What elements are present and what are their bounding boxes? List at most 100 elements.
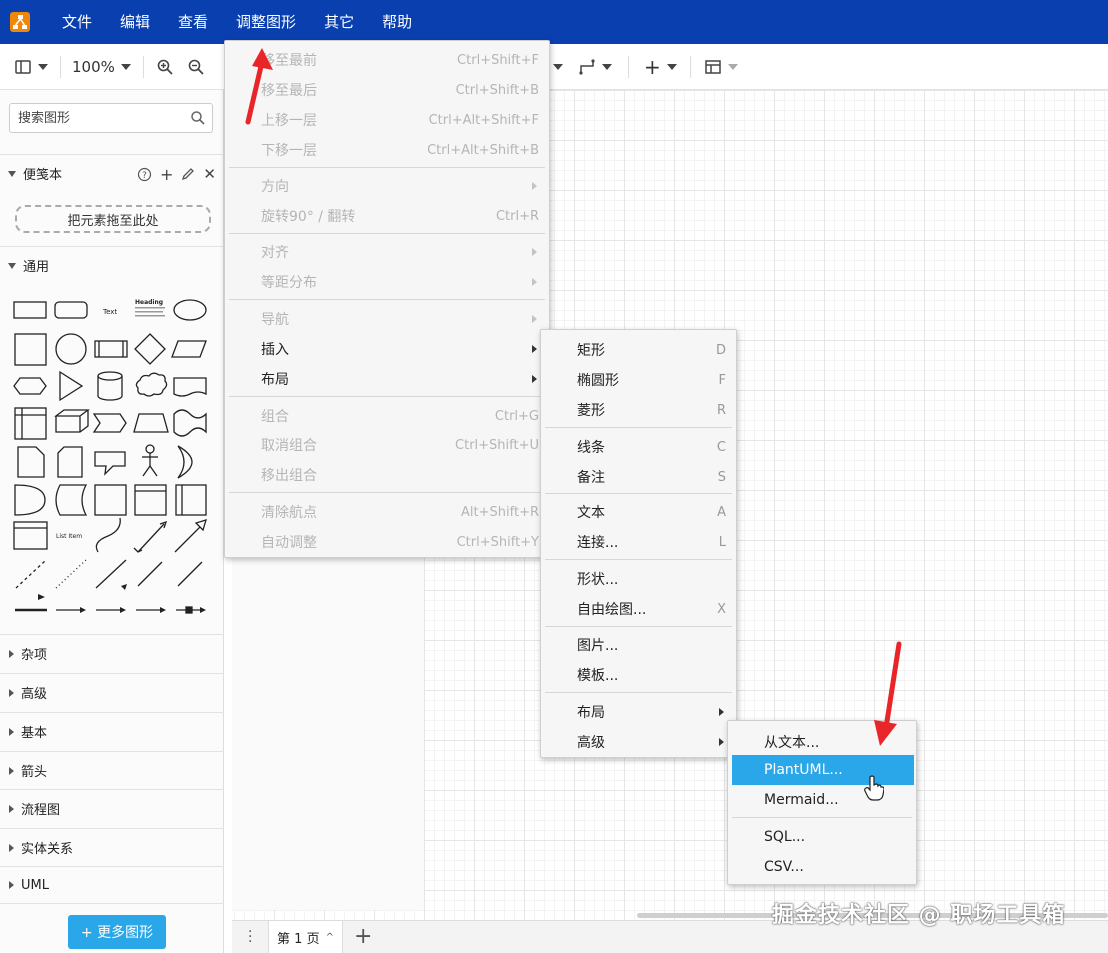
drawio-logo-icon[interactable]	[10, 12, 30, 32]
close-icon[interactable]: ✕	[203, 165, 216, 183]
menu-item-send-backward[interactable]: 下移一层 Ctrl+Alt+Shift+B	[225, 135, 549, 165]
submenu-arrow-icon	[532, 248, 537, 256]
triangle-shape	[59, 370, 84, 402]
menu-help[interactable]: 帮助	[368, 0, 426, 44]
or-shape	[177, 445, 193, 479]
help-icon[interactable]: ?	[137, 167, 152, 182]
menu-view[interactable]: 查看	[164, 0, 222, 44]
general-shapes-palette[interactable]: Text Heading List Item	[10, 290, 215, 620]
menu-item-ellipse[interactable]: 椭圆形 F	[541, 365, 736, 395]
chevron-up-icon[interactable]: ^	[326, 932, 334, 943]
zoom-out-button[interactable]	[187, 44, 205, 90]
section-advanced[interactable]: 高级	[0, 673, 224, 711]
menu-item-distribute[interactable]: 等距分布	[225, 267, 549, 297]
insert-button[interactable]: +	[644, 44, 677, 90]
menu-extras[interactable]: 其它	[310, 0, 368, 44]
menu-item-rotate[interactable]: 旋转90° / 翻转 Ctrl+R	[225, 201, 549, 231]
menu-arrange[interactable]: 调整图形	[222, 0, 311, 44]
menu-item-align[interactable]: 对齐	[225, 237, 549, 267]
add-icon[interactable]: +	[160, 165, 173, 184]
general-section-header[interactable]: 通用	[0, 246, 224, 284]
data-storage-shape	[55, 484, 88, 516]
hexagon-shape	[13, 377, 47, 395]
menu-item-rectangle[interactable]: 矩形 D	[541, 335, 736, 365]
menu-file[interactable]: 文件	[48, 0, 106, 44]
dotted-line-shape	[55, 559, 87, 589]
section-arrows[interactable]: 箭头	[0, 751, 224, 789]
format-panel-toggle-button[interactable]	[14, 44, 48, 90]
plus-icon: +	[644, 55, 661, 79]
menu-item-link[interactable]: 连接... L	[541, 527, 736, 557]
search-icon[interactable]	[190, 110, 206, 126]
diamond-shape	[134, 333, 166, 365]
menu-item-template[interactable]: 模板...	[541, 660, 736, 690]
zoom-out-icon	[188, 59, 204, 75]
caret-right-icon	[9, 843, 14, 852]
cloud-shape	[135, 372, 168, 397]
table-button[interactable]	[704, 44, 738, 90]
section-uml[interactable]: UML	[0, 866, 224, 904]
menu-item-advanced[interactable]: 高级	[541, 727, 736, 757]
section-entity-relation[interactable]: 实体关系	[0, 828, 224, 866]
submenu-arrow-icon	[532, 182, 537, 190]
menubar: 文件 编辑 查看 调整图形 其它 帮助	[0, 0, 1108, 44]
menu-item-note[interactable]: 备注 S	[541, 462, 736, 492]
menu-item-text[interactable]: 文本 A	[541, 497, 736, 527]
waypoints-icon	[579, 59, 595, 75]
menu-item-clear-waypoints[interactable]: 清除航点 Alt+Shift+R	[225, 497, 549, 527]
page-menu-icon[interactable]: · · ·	[248, 925, 252, 949]
menu-item-plantuml[interactable]: PlantUML...	[732, 755, 914, 785]
menu-item-rhombus[interactable]: 菱形 R	[541, 395, 736, 425]
menu-item-csv[interactable]: CSV...	[728, 852, 916, 882]
waypoints-button[interactable]	[578, 44, 612, 90]
menu-item-line[interactable]: 线条 C	[541, 432, 736, 462]
menu-item-insert[interactable]: 插入	[225, 334, 549, 364]
annotation-arrow-icon	[874, 641, 902, 746]
section-basic[interactable]: 基本	[0, 712, 224, 750]
section-label: 杂项	[21, 648, 48, 663]
menu-item-sql[interactable]: SQL...	[728, 822, 916, 852]
zoom-in-button[interactable]	[156, 44, 174, 90]
chevron-down-icon	[728, 64, 738, 70]
step-shape	[92, 413, 127, 433]
search-input[interactable]	[10, 104, 180, 132]
curve-shape	[95, 517, 121, 553]
menu-item-group[interactable]: 组合 Ctrl+G	[225, 401, 549, 431]
menu-item-shapes[interactable]: 形状...	[541, 564, 736, 594]
shape-search[interactable]	[9, 103, 213, 133]
menu-item-direction[interactable]: 方向	[225, 171, 549, 201]
menu-item-freehand[interactable]: 自由绘图... X	[541, 594, 736, 624]
scratchpad-header[interactable]: 便笺本 ? + ✕	[0, 154, 224, 192]
caret-right-icon	[9, 688, 14, 697]
toolbar: 100% +	[0, 44, 1108, 90]
menu-item-ungroup[interactable]: 取消组合 Ctrl+Shift+U	[225, 430, 549, 460]
ellipse-shape	[173, 299, 207, 321]
menu-item-layout[interactable]: 布局	[225, 364, 549, 394]
page-tab-label: 第 1 页	[277, 932, 320, 947]
more-shapes-button[interactable]: + 更多图形	[68, 915, 166, 949]
section-misc[interactable]: 杂项	[0, 634, 224, 672]
line-shape	[95, 559, 127, 589]
menu-item-remove-from-group[interactable]: 移出组合	[225, 460, 549, 490]
caret-right-icon	[9, 766, 14, 775]
edit-icon[interactable]	[181, 167, 195, 181]
menu-item-insert-layout[interactable]: 布局	[541, 697, 736, 727]
actor-shape	[145, 444, 155, 454]
menu-item-navigation[interactable]: 导航	[225, 304, 549, 334]
square-shape	[14, 333, 47, 366]
zoom-select[interactable]: 100%	[72, 44, 131, 90]
submenu-arrow-icon	[532, 375, 537, 383]
submenu-arrow-icon	[532, 315, 537, 323]
section-label: 实体关系	[21, 842, 74, 857]
scratchpad-drop-zone[interactable]: 把元素拖至此处	[15, 205, 211, 233]
menu-item-mermaid[interactable]: Mermaid...	[728, 785, 916, 815]
page-tab[interactable]: 第 1 页 ^	[268, 921, 343, 953]
connection-caret-button[interactable]	[553, 44, 563, 90]
menu-item-autosize[interactable]: 自动调整 Ctrl+Shift+Y	[225, 527, 549, 557]
shapes-sidebar: 便笺本 ? + ✕ 把元素拖至此处 通用	[0, 90, 224, 953]
swimlane-shape	[134, 484, 167, 516]
add-page-icon[interactable]: +	[354, 924, 372, 949]
menu-item-image[interactable]: 图片...	[541, 630, 736, 660]
section-flowchart[interactable]: 流程图	[0, 789, 224, 827]
menu-edit[interactable]: 编辑	[106, 0, 164, 44]
